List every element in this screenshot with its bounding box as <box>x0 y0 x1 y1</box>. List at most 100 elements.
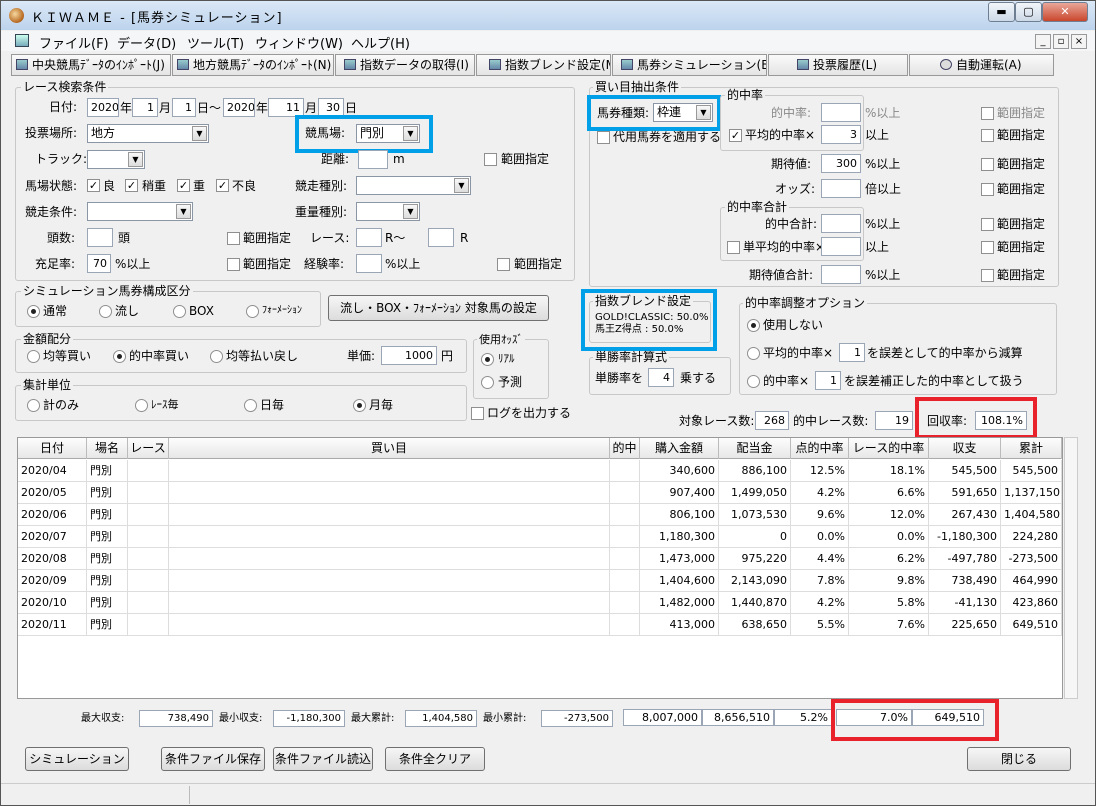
ticket-sim-button[interactable]: 馬券シミュレーション(B) <box>612 54 767 76</box>
column-header-race-hit-rate[interactable]: レース的中率 <box>849 438 929 459</box>
start-year-input[interactable]: 2020 <box>87 98 119 117</box>
table-row[interactable]: 2020/06 門別 806,100 1,073,530 9.6% 12.0% 267,43… <box>18 504 1062 526</box>
equal-payout-radio[interactable] <box>210 350 223 363</box>
get-index-data-button[interactable]: 指数データの取得(I) <box>335 54 475 76</box>
target-horse-settings-button[interactable]: 流し・BOX・ﾌｫｰﾒｰｼｮﾝ 対象馬の設定 <box>328 295 549 321</box>
race-from-input[interactable] <box>356 228 382 247</box>
race-condition-select[interactable]: ▼ <box>87 202 193 221</box>
menu-file[interactable]: ファイル(F) <box>39 33 109 52</box>
start-month-input[interactable]: 1 <box>132 98 158 117</box>
save-conditions-button[interactable]: 条件ファイル保存 <box>161 747 265 771</box>
results-table[interactable]: 日付 場名 レース 買い目 的中 購入金額 配当金 点的中率 レース的中率 収支 累計 2020/0… <box>17 437 1063 699</box>
hit-rate-buy-radio[interactable] <box>113 350 126 363</box>
table-row[interactable]: 2020/05 門別 907,400 1,499,050 4.2% 6.6% 591,650… <box>18 482 1062 504</box>
document-icon[interactable] <box>15 34 29 47</box>
single-avg-input[interactable] <box>821 237 861 256</box>
condition-good-checkbox[interactable]: ✓ <box>87 179 100 192</box>
menu-tools[interactable]: ツール(T) <box>187 33 244 52</box>
race-type-select[interactable]: ▼ <box>356 176 471 195</box>
column-header-venue[interactable]: 場名 <box>87 438 128 459</box>
distance-range-checkbox[interactable] <box>484 153 497 166</box>
agg-month-radio[interactable] <box>353 399 366 412</box>
condition-heavy-checkbox[interactable]: ✓ <box>177 179 190 192</box>
menu-help[interactable]: ヘルプ(H) <box>351 33 410 52</box>
menu-window[interactable]: ウィンドウ(W) <box>255 33 343 52</box>
avg-hit-rate-checkbox[interactable]: ✓ <box>729 129 742 142</box>
table-row[interactable]: 2020/11 門別 413,000 638,650 5.5% 7.6% 225,650 64… <box>18 614 1062 636</box>
odds-real-radio[interactable] <box>481 353 494 366</box>
avg-hit-rate-input[interactable]: 3 <box>821 125 861 144</box>
table-row[interactable]: 2020/07 門別 1,180,300 0 0.0% 0.0% -1,180,300 224… <box>18 526 1062 548</box>
mdi-restore-button[interactable]: ▫ <box>1053 34 1069 49</box>
runners-input[interactable] <box>87 228 113 247</box>
distance-input[interactable] <box>358 150 388 169</box>
minimize-button[interactable]: ▬ <box>988 2 1015 22</box>
equal-buy-radio[interactable] <box>27 350 40 363</box>
avg-range-checkbox[interactable] <box>981 129 994 142</box>
race-to-input[interactable] <box>428 228 454 247</box>
simulation-button[interactable]: シミュレーション <box>25 747 129 771</box>
table-row[interactable]: 2020/04 門別 340,600 886,100 12.5% 18.1% 545,500… <box>18 460 1062 482</box>
column-header-race[interactable]: レース <box>128 438 169 459</box>
column-header-cumulative[interactable]: 累計 <box>1001 438 1062 459</box>
close-window-button[interactable]: ✕ <box>1042 2 1088 22</box>
mdi-minimize-button[interactable]: _ <box>1035 34 1051 49</box>
unit-price-input[interactable]: 1000 <box>381 346 437 365</box>
single-range-checkbox[interactable] <box>981 241 994 254</box>
agg-day-radio[interactable] <box>244 399 257 412</box>
fill-rate-input[interactable]: 70 <box>87 254 111 273</box>
maximize-button[interactable]: ▢ <box>1015 2 1042 22</box>
column-header-date[interactable]: 日付 <box>18 438 87 459</box>
fill-rate-range-checkbox[interactable] <box>227 258 240 271</box>
column-header-purchase[interactable]: 購入金額 <box>640 438 719 459</box>
odds-input[interactable] <box>821 179 861 198</box>
blend-settings-button[interactable]: 指数ブレンド設定(M) <box>476 54 611 76</box>
column-header-bet[interactable]: 買い目 <box>169 438 610 459</box>
vote-history-button[interactable]: 投票履歴(L) <box>768 54 908 76</box>
adjust-subtract-input[interactable]: 1 <box>839 343 865 362</box>
venue-select[interactable]: 地方 ▼ <box>87 124 209 143</box>
hit-total-input[interactable] <box>821 214 861 233</box>
agg-race-radio[interactable] <box>135 399 148 412</box>
clear-conditions-button[interactable]: 条件全クリア <box>385 747 485 771</box>
import-local-button[interactable]: 地方競馬ﾃﾞｰﾀのｲﾝﾎﾟｰﾄ(N) <box>172 54 334 76</box>
adjust-none-radio[interactable] <box>747 319 760 332</box>
mdi-close-button[interactable]: × <box>1071 34 1087 49</box>
close-button[interactable]: 閉じる <box>967 747 1071 771</box>
column-header-hit[interactable]: 的中 <box>610 438 640 459</box>
experience-rate-input[interactable] <box>356 254 382 273</box>
runners-range-checkbox[interactable] <box>227 232 240 245</box>
adjust-subtract-radio[interactable] <box>747 347 760 360</box>
agg-total-radio[interactable] <box>27 399 40 412</box>
condition-bad-checkbox[interactable]: ✓ <box>216 179 229 192</box>
odds-forecast-radio[interactable] <box>481 376 494 389</box>
odds-range-checkbox[interactable] <box>981 183 994 196</box>
adjust-correct-radio[interactable] <box>747 375 760 388</box>
adjust-correct-input[interactable]: 1 <box>815 371 841 390</box>
table-row[interactable]: 2020/09 門別 1,404,600 2,143,090 7.8% 9.8% 738,4… <box>18 570 1062 592</box>
hit-rate-input[interactable] <box>821 103 861 122</box>
track-select[interactable]: ▼ <box>87 150 145 169</box>
hit-rate-range-checkbox[interactable] <box>981 107 994 120</box>
weight-type-select[interactable]: ▼ <box>356 202 420 221</box>
expected-total-range-checkbox[interactable] <box>981 269 994 282</box>
auto-run-button[interactable]: 自動運転(A) <box>909 54 1054 76</box>
start-day-input[interactable]: 1 <box>172 98 196 117</box>
expected-range-checkbox[interactable] <box>981 158 994 171</box>
table-scrollbar[interactable] <box>1064 437 1078 699</box>
column-header-payout[interactable]: 配当金 <box>719 438 791 459</box>
menu-data[interactable]: データ(D) <box>117 33 176 52</box>
column-header-point-hit-rate[interactable]: 点的中率 <box>791 438 849 459</box>
win-rate-power-input[interactable]: 4 <box>648 368 674 387</box>
expected-total-input[interactable] <box>821 265 861 284</box>
expected-value-input[interactable]: 300 <box>821 154 861 173</box>
output-log-checkbox[interactable] <box>471 407 484 420</box>
sim-normal-radio[interactable] <box>27 305 40 318</box>
import-central-button[interactable]: 中央競馬ﾃﾞｰﾀのｲﾝﾎﾟｰﾄ(J) <box>11 54 171 76</box>
sim-nagashi-radio[interactable] <box>99 305 112 318</box>
table-row[interactable]: 2020/08 門別 1,473,000 975,220 4.4% 6.2% -497,78… <box>18 548 1062 570</box>
load-conditions-button[interactable]: 条件ファイル読込 <box>273 747 373 771</box>
table-row[interactable]: 2020/10 門別 1,482,000 1,440,870 4.2% 5.8% -41,1… <box>18 592 1062 614</box>
single-avg-checkbox[interactable] <box>727 241 740 254</box>
sim-box-radio[interactable] <box>173 305 186 318</box>
